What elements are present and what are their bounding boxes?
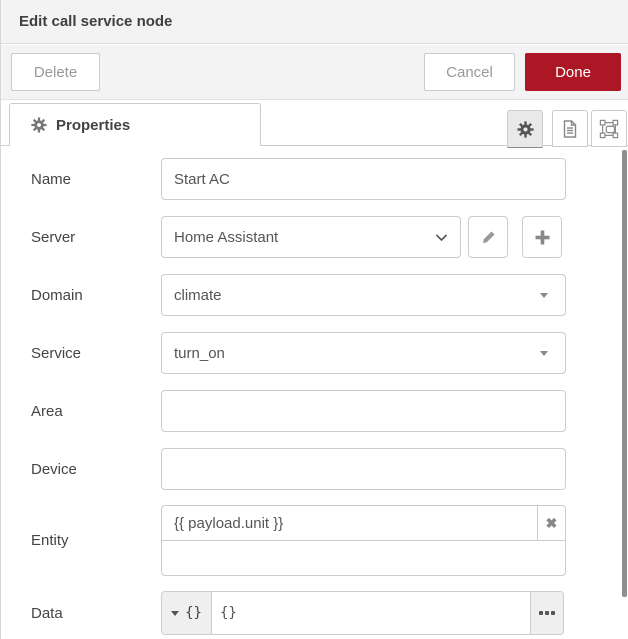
cancel-button[interactable]: Cancel — [424, 53, 515, 91]
data-type-button[interactable]: {} — [162, 592, 212, 634]
domain-label: Domain — [31, 274, 83, 316]
expand-data-editor-button[interactable] — [530, 592, 563, 634]
delete-button[interactable]: Delete — [11, 53, 100, 91]
tab-bar: Properties — [1, 103, 628, 146]
tab-button-appearance[interactable] — [591, 110, 627, 147]
gear-icon — [31, 117, 47, 133]
service-input[interactable]: turn_on — [161, 332, 566, 374]
plus-icon — [535, 230, 550, 245]
dialog-header: Edit call service node — [1, 0, 628, 44]
entity-label: Entity — [31, 505, 69, 576]
server-label: Server — [31, 216, 75, 258]
device-input[interactable] — [161, 448, 566, 490]
tab-properties[interactable]: Properties — [9, 103, 261, 146]
done-button[interactable]: Done — [525, 53, 621, 91]
service-label: Service — [31, 332, 81, 374]
document-icon — [562, 120, 578, 138]
pencil-icon — [481, 230, 496, 245]
edit-node-dialog: Edit call service node Delete Cancel Don… — [0, 0, 628, 639]
name-input[interactable] — [161, 158, 566, 200]
scrollbar[interactable] — [622, 150, 627, 597]
caret-down-icon — [171, 611, 179, 616]
caret-down-icon — [540, 293, 548, 298]
remove-entity-button[interactable]: ✖ — [537, 506, 565, 541]
data-input-value: {} — [220, 605, 237, 621]
appearance-icon — [599, 119, 619, 139]
name-label: Name — [31, 158, 71, 200]
entity-list-item[interactable]: {{ payload.unit }} ✖ — [162, 506, 565, 541]
tab-button-description[interactable] — [552, 110, 588, 147]
area-input[interactable] — [161, 390, 566, 432]
data-input[interactable]: {} — [212, 592, 530, 634]
close-icon: ✖ — [546, 515, 558, 532]
domain-input[interactable]: climate — [161, 274, 566, 316]
ellipsis-icon — [539, 611, 555, 615]
server-select-value: Home Assistant — [174, 229, 435, 246]
device-label: Device — [31, 448, 77, 490]
dialog-toolbar: Delete Cancel Done — [1, 45, 628, 100]
caret-down-icon — [540, 351, 548, 356]
edit-server-button[interactable] — [468, 216, 508, 258]
tab-button-properties[interactable] — [507, 110, 543, 148]
gear-icon — [517, 121, 534, 138]
area-label: Area — [31, 390, 63, 432]
domain-input-value: climate — [174, 287, 540, 304]
add-server-button[interactable] — [522, 216, 562, 258]
json-type-icon: {} — [185, 605, 202, 621]
entity-value[interactable]: {{ payload.unit }} — [162, 515, 537, 532]
chevron-down-icon — [435, 233, 448, 242]
tab-properties-label: Properties — [56, 117, 130, 134]
service-input-value: turn_on — [174, 345, 540, 362]
server-select[interactable]: Home Assistant — [161, 216, 461, 258]
data-label: Data — [31, 591, 63, 635]
data-typed-input: {} {} — [161, 591, 564, 635]
entity-list: {{ payload.unit }} ✖ — [161, 505, 566, 576]
dialog-title: Edit call service node — [19, 13, 172, 30]
